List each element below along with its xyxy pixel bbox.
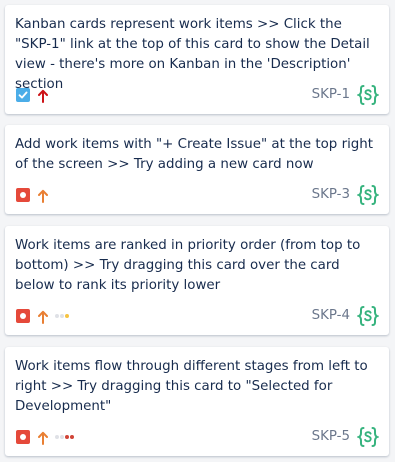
- estimate-dots: [55, 314, 70, 318]
- estimate-dot: [60, 435, 64, 439]
- card-meta: [16, 309, 70, 324]
- kanban-card[interactable]: Kanban cards represent work items >> Cli…: [5, 5, 389, 114]
- card-footer: SKP-4: [16, 304, 380, 328]
- card-meta: [16, 430, 75, 445]
- card-summary: Work items are ranked in priority order …: [15, 238, 361, 293]
- card-key-area: SKP-4: [312, 304, 380, 328]
- bug-icon: [16, 188, 30, 202]
- card-summary: Work items flow through different stages…: [15, 359, 368, 414]
- issue-key-link[interactable]: SKP-5: [312, 425, 350, 449]
- card-key-area: SKP-3: [312, 183, 380, 207]
- bug-icon: [16, 309, 30, 323]
- code-braces-icon: [356, 305, 380, 327]
- priority-highest-arrow-icon: [38, 88, 48, 103]
- estimate-dot: [55, 435, 59, 439]
- code-braces-icon: [356, 84, 380, 106]
- card-key-area: SKP-5: [312, 425, 380, 449]
- card-key-area: SKP-1: [312, 83, 380, 107]
- estimate-dot: [60, 314, 64, 318]
- priority-high-arrow-icon: [38, 430, 48, 445]
- card-meta: [16, 88, 48, 103]
- issue-key-link[interactable]: SKP-4: [312, 304, 350, 328]
- task-checkbox-icon: [16, 88, 30, 102]
- card-meta: [16, 188, 48, 203]
- issue-key-link[interactable]: SKP-1: [312, 83, 350, 107]
- estimate-dot: [65, 435, 69, 439]
- card-footer: SKP-3: [16, 183, 380, 207]
- estimate-dot: [65, 314, 69, 318]
- estimate-dot: [55, 314, 59, 318]
- issue-key-link[interactable]: SKP-3: [312, 183, 350, 207]
- estimate-dot: [70, 435, 74, 439]
- card-footer: SKP-5: [16, 425, 380, 449]
- priority-high-arrow-icon: [38, 309, 48, 324]
- kanban-card[interactable]: Work items flow through different stages…: [5, 347, 389, 456]
- code-braces-icon: [356, 426, 380, 448]
- estimate-dots: [55, 435, 75, 439]
- kanban-card[interactable]: Work items are ranked in priority order …: [5, 226, 389, 335]
- bug-icon: [16, 430, 30, 444]
- code-braces-icon: [356, 184, 380, 206]
- priority-high-arrow-icon: [38, 188, 48, 203]
- card-footer: SKP-1: [16, 83, 380, 107]
- card-summary: Add work items with "+ Create Issue" at …: [15, 137, 374, 172]
- kanban-card[interactable]: Add work items with "+ Create Issue" at …: [5, 125, 389, 214]
